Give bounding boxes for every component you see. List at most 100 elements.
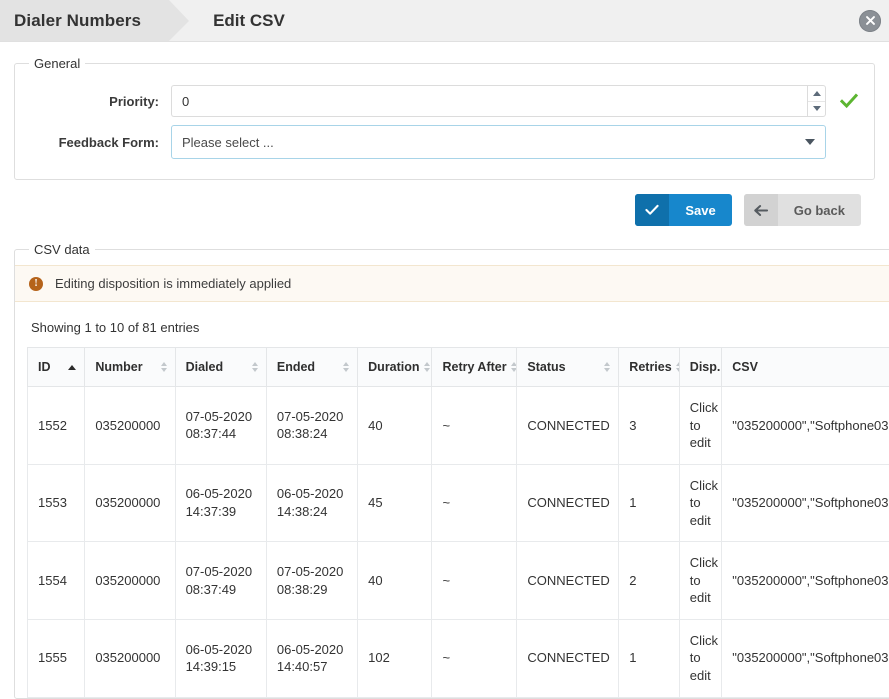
cell-retries: 1 (619, 619, 680, 697)
column-label: Ended (277, 360, 315, 374)
cell-retries: 2 (619, 542, 680, 620)
cell-number: 035200000 (85, 542, 175, 620)
cell-disposition-edit[interactable]: Click to edit (679, 619, 721, 697)
breadcrumb-bar: Dialer Numbers Edit CSV (0, 0, 889, 42)
cell-ended: 06-05-2020 14:38:24 (266, 464, 357, 542)
table-row[interactable]: 1553 035200000 06-05-2020 14:37:39 06-05… (28, 464, 889, 542)
csv-data-legend: CSV data (29, 242, 95, 257)
close-icon[interactable] (859, 10, 881, 32)
csv-data-fieldset: CSV data ! Editing disposition is immedi… (14, 242, 889, 699)
column-header-number[interactable]: Number (85, 348, 175, 387)
column-header-ended[interactable]: Ended (266, 348, 357, 387)
cell-duration: 40 (358, 387, 432, 465)
sort-both-icon (511, 362, 517, 372)
table-row[interactable]: 1555 035200000 06-05-2020 14:39:15 06-05… (28, 619, 889, 697)
cell-csv: "035200000","Softphone035200000","","" (722, 619, 889, 697)
save-button-label: Save (669, 194, 731, 226)
priority-input[interactable] (171, 85, 807, 117)
cell-ended: 07-05-2020 08:38:24 (266, 387, 357, 465)
column-header-duration[interactable]: Duration (358, 348, 432, 387)
form-actions: Save Go back (14, 194, 875, 226)
feedback-form-select[interactable]: Please select ... (171, 125, 826, 159)
cell-retries: 3 (619, 387, 680, 465)
column-header-retries[interactable]: Retries (619, 348, 680, 387)
feedback-form-row: Feedback Form: Please select ... (27, 125, 862, 159)
table-row[interactable]: 1552 035200000 07-05-2020 08:37:44 07-05… (28, 387, 889, 465)
cell-status: CONNECTED (517, 619, 619, 697)
cell-duration: 45 (358, 464, 432, 542)
csv-table-scroll[interactable]: ID Number Dialed (27, 347, 889, 698)
column-header-dialed[interactable]: Dialed (175, 348, 266, 387)
priority-label: Priority: (27, 94, 171, 109)
cell-number: 035200000 (85, 387, 175, 465)
disposition-alert-text: Editing disposition is immediately appli… (55, 276, 291, 291)
cell-id: 1552 (28, 387, 85, 465)
cell-id: 1554 (28, 542, 85, 620)
priority-stepper[interactable] (807, 85, 826, 117)
sort-both-icon (343, 362, 349, 372)
sort-both-icon (604, 362, 610, 372)
cell-duration: 40 (358, 542, 432, 620)
table-header-row: ID Number Dialed (28, 348, 889, 387)
check-icon (836, 93, 862, 109)
cell-ended: 07-05-2020 08:38:29 (266, 542, 357, 620)
column-label: Dialed (186, 360, 224, 374)
column-label: CSV (732, 360, 758, 374)
arrow-left-icon (744, 194, 778, 226)
cell-csv: "035200000","Softphone035200000","","" (722, 387, 889, 465)
cell-dialed: 06-05-2020 14:39:15 (175, 619, 266, 697)
cell-number: 035200000 (85, 464, 175, 542)
column-label: Disp. (690, 360, 721, 374)
column-header-disp[interactable]: Disp. (679, 348, 721, 387)
cell-disposition-edit[interactable]: Click to edit (679, 542, 721, 620)
column-header-id[interactable]: ID (28, 348, 85, 387)
cell-csv: "035200000","Softphone035200000","","" (722, 542, 889, 620)
general-legend: General (29, 56, 85, 71)
breadcrumb-primary-label: Dialer Numbers (14, 11, 141, 31)
sort-both-icon (161, 362, 167, 372)
entries-count-label: Showing 1 to 10 of 81 entries (27, 302, 889, 347)
cell-retry-after: ~ (432, 619, 517, 697)
cell-duration: 102 (358, 619, 432, 697)
info-circle-icon: ! (29, 277, 43, 291)
priority-row: Priority: (27, 85, 862, 117)
cell-retries: 1 (619, 464, 680, 542)
cell-dialed: 07-05-2020 08:37:44 (175, 387, 266, 465)
cell-status: CONNECTED (517, 464, 619, 542)
general-fieldset: General Priority: Feedback Form: Please (14, 56, 875, 180)
breadcrumb-secondary-label: Edit CSV (213, 11, 285, 31)
table-row[interactable]: 1554 035200000 07-05-2020 08:37:49 07-05… (28, 542, 889, 620)
disposition-alert: ! Editing disposition is immediately app… (15, 265, 889, 302)
column-header-csv[interactable]: CSV (722, 348, 889, 387)
feedback-form-value: Please select ... (182, 135, 274, 150)
cell-id: 1553 (28, 464, 85, 542)
stepper-up-icon[interactable] (808, 86, 825, 102)
cell-status: CONNECTED (517, 542, 619, 620)
column-label: Number (95, 360, 142, 374)
column-header-retry-after[interactable]: Retry After (432, 348, 517, 387)
go-back-button[interactable]: Go back (744, 194, 861, 226)
column-label: Retries (629, 360, 671, 374)
cell-number: 035200000 (85, 619, 175, 697)
breadcrumb-item-dialer-numbers[interactable]: Dialer Numbers (0, 0, 169, 41)
cell-retry-after: ~ (432, 464, 517, 542)
cell-disposition-edit[interactable]: Click to edit (679, 464, 721, 542)
go-back-button-label: Go back (778, 194, 861, 226)
feedback-form-label: Feedback Form: (27, 135, 171, 150)
sort-ascending-icon (68, 365, 76, 370)
cell-retry-after: ~ (432, 387, 517, 465)
sort-both-icon (424, 362, 430, 372)
cell-csv: "035200000","Softphone035200000","","" (722, 464, 889, 542)
cell-retry-after: ~ (432, 542, 517, 620)
save-button[interactable]: Save (635, 194, 731, 226)
chevron-down-icon (805, 139, 815, 145)
cell-disposition-edit[interactable]: Click to edit (679, 387, 721, 465)
stepper-down-icon[interactable] (808, 102, 825, 117)
cell-status: CONNECTED (517, 387, 619, 465)
column-label: ID (38, 360, 51, 374)
cell-ended: 06-05-2020 14:40:57 (266, 619, 357, 697)
column-header-status[interactable]: Status (517, 348, 619, 387)
csv-table: ID Number Dialed (27, 347, 889, 698)
column-label: Duration (368, 360, 419, 374)
column-label: Status (527, 360, 565, 374)
